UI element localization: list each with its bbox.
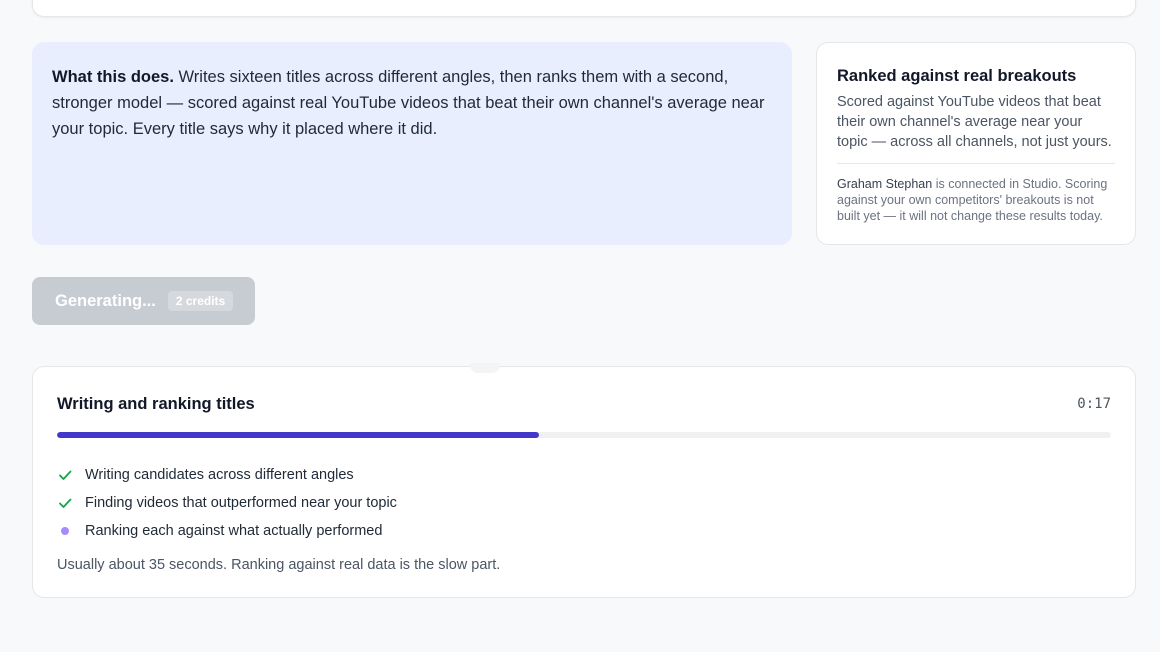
duration-hint: Usually about 35 seconds. Ranking agains… xyxy=(57,557,501,573)
explanation-box: What this does. Writes sixteen titles ac… xyxy=(32,42,792,245)
step-label: Finding videos that outperformed near yo… xyxy=(85,495,397,511)
card-notch xyxy=(470,363,500,373)
step-item: Writing candidates across different angl… xyxy=(57,461,1111,489)
generate-button[interactable]: Generating... 2 credits xyxy=(32,277,255,325)
step-list: Writing candidates across different angl… xyxy=(57,461,1111,545)
check-icon xyxy=(57,467,73,483)
ranking-info-title: Ranked against real breakouts xyxy=(837,67,1077,85)
previous-card xyxy=(32,0,1136,17)
ranking-info-card: Ranked against real breakouts Scored aga… xyxy=(816,42,1136,245)
connected-channel-note: Graham Stephan is connected in Studio. S… xyxy=(837,176,1115,224)
progress-card: Writing and ranking titles 0:17 Writing … xyxy=(32,363,1136,598)
generate-button-label: Generating... xyxy=(55,291,156,310)
step-label: Ranking each against what actually perfo… xyxy=(85,523,383,539)
progress-bar-fill xyxy=(57,432,539,438)
step-label: Writing candidates across different angl… xyxy=(85,467,354,483)
channel-name: Graham Stephan xyxy=(837,177,933,191)
divider xyxy=(837,163,1115,164)
elapsed-timer: 0:17 xyxy=(1077,396,1111,412)
active-dot-icon xyxy=(57,523,73,539)
credits-badge: 2 credits xyxy=(167,291,234,311)
check-icon xyxy=(57,495,73,511)
explanation-lead: What this does. xyxy=(52,68,174,86)
step-item: Finding videos that outperformed near yo… xyxy=(57,489,1111,517)
progress-title: Writing and ranking titles xyxy=(57,394,255,413)
progress-bar xyxy=(57,432,1111,438)
step-item: Ranking each against what actually perfo… xyxy=(57,517,1111,545)
ranking-info-description: Scored against YouTube videos that beat … xyxy=(837,94,1112,150)
